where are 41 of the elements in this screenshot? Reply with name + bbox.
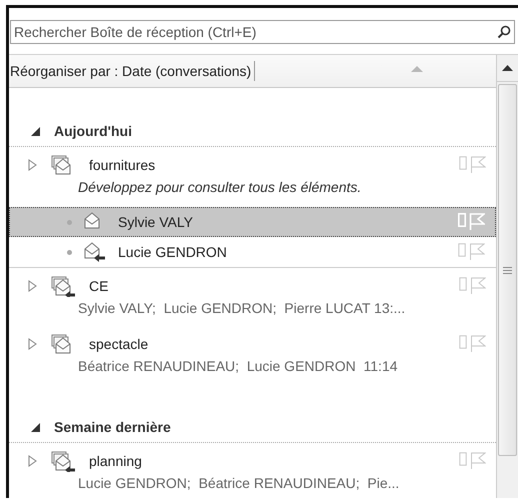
grip-icon xyxy=(503,266,512,274)
expand-arrow-icon[interactable] xyxy=(28,455,37,467)
conversation-senders: Béatrice RENAUDINEAU; Lucie GENDRON 11:14 xyxy=(77,357,399,376)
conversation-row[interactable]: spectacle Béatrice RENAUDINEAU; Lucie GENDRON 11:14 xyxy=(9,326,496,384)
expand-arrow-icon[interactable] xyxy=(28,159,37,171)
flag-icon[interactable] xyxy=(469,243,485,261)
category-box-icon[interactable] xyxy=(458,243,466,257)
conversation-subject: spectacle xyxy=(89,336,148,352)
conversation-senders: Lucie GENDRON; Béatrice RENAUDINEAU; Pie... xyxy=(77,474,400,493)
message-row[interactable]: Lucie GENDRON xyxy=(9,237,496,267)
conversation-subject: fournitures xyxy=(89,157,156,173)
category-box-icon[interactable] xyxy=(459,156,467,170)
category-box-icon[interactable] xyxy=(459,335,467,349)
message-sender: Lucie GENDRON xyxy=(118,244,227,260)
expand-arrow-icon[interactable] xyxy=(28,280,37,292)
category-box-icon[interactable] xyxy=(459,452,467,466)
search-field[interactable]: Rechercher Boîte de réception (Ctrl+E) xyxy=(10,20,515,44)
flag-icon[interactable] xyxy=(470,156,486,174)
conversation-hint: Développez pour consulter tous les éléments. xyxy=(78,179,362,195)
conversation-subject: planning xyxy=(89,453,142,469)
message-sender: Sylvie VALY xyxy=(118,214,193,230)
flag-icon[interactable] xyxy=(470,277,486,295)
conversation-row[interactable]: fournitures Développez pour consulter tous les éléments. xyxy=(9,147,496,205)
collapse-arrow-icon[interactable] xyxy=(31,422,40,432)
scrollbar-thumb[interactable] xyxy=(498,84,517,456)
flag-icon[interactable] xyxy=(470,452,486,470)
conversation-subject: CE xyxy=(89,278,108,294)
search-icon[interactable] xyxy=(497,25,511,39)
group-heading: Aujourd'hui xyxy=(54,123,132,139)
conversation-row[interactable]: CE Sylvie VALY; Lucie GENDRON; Pierre LUCAT 13:... xyxy=(9,268,496,326)
up-arrow-icon xyxy=(502,65,513,71)
conversation-senders: Sylvie VALY; Lucie GENDRON; Pierre LUCAT 13:... xyxy=(77,299,406,318)
dot-icon xyxy=(67,250,72,254)
sort-arrow-icon xyxy=(411,64,423,72)
dot-icon xyxy=(67,220,72,224)
conversation-row[interactable]: planning Lucie GENDRON; Béatrice RENAUDINEAU; Pie... xyxy=(9,443,496,498)
collapse-arrow-icon[interactable] xyxy=(31,126,40,136)
group-heading: Semaine dernière xyxy=(54,419,171,435)
expand-arrow-icon[interactable] xyxy=(28,338,37,350)
category-box-icon[interactable] xyxy=(459,277,467,291)
flag-icon[interactable] xyxy=(470,335,486,353)
